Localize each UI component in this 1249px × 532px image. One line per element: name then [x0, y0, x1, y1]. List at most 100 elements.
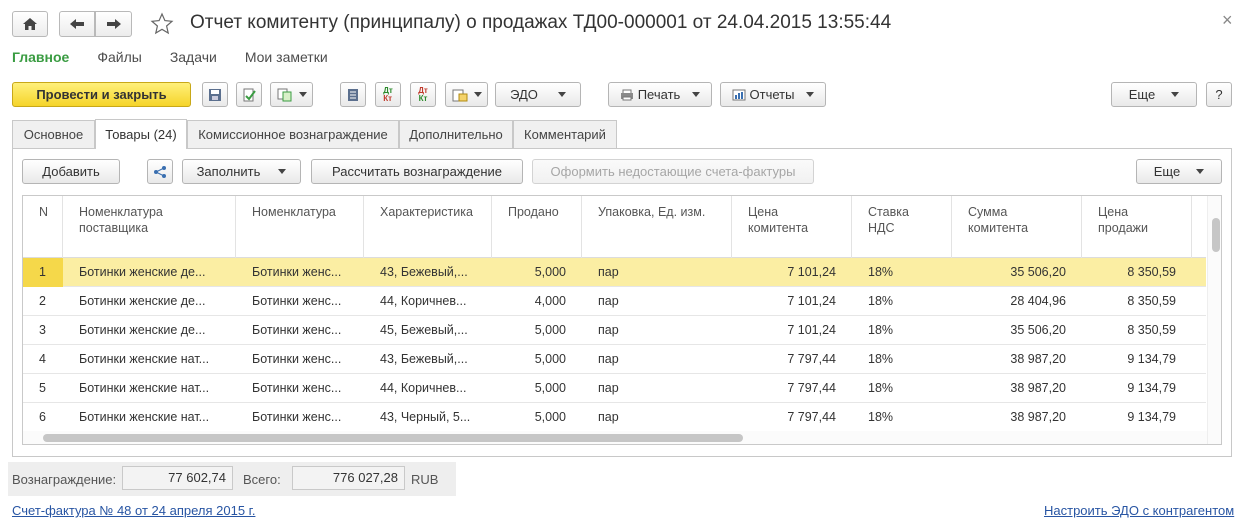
forward-button[interactable] — [95, 11, 132, 37]
table-row[interactable]: 2 Ботинки женские де... Ботинки женс... 44,… — [23, 287, 1206, 316]
column-header-consignor-price[interactable]: Цена комитента — [732, 196, 852, 258]
supplier-item-cell[interactable]: Ботинки женские де... — [63, 287, 236, 316]
vat-rate-cell[interactable]: 18% — [852, 258, 952, 287]
consignor-sum-cell[interactable]: 38 987,20 — [952, 403, 1082, 432]
characteristic-cell[interactable]: 43, Черный, 5... — [364, 403, 492, 432]
structure-button[interactable] — [147, 159, 173, 184]
tab-additional[interactable]: Дополнительно — [399, 120, 513, 148]
tab-comment[interactable]: Комментарий — [513, 120, 617, 148]
consignor-sum-cell[interactable]: 35 506,20 — [952, 258, 1082, 287]
row-number[interactable]: 6 — [23, 403, 63, 432]
consignor-price-cell[interactable]: 7 101,24 — [732, 287, 852, 316]
add-row-button[interactable]: Добавить — [22, 159, 120, 184]
tab-main[interactable]: Основное — [12, 120, 95, 148]
consignor-price-cell[interactable]: 7 797,44 — [732, 374, 852, 403]
consignor-sum-cell[interactable]: 38 987,20 — [952, 374, 1082, 403]
horizontal-scrollbar-thumb[interactable] — [43, 434, 743, 442]
vat-rate-cell[interactable]: 18% — [852, 403, 952, 432]
menu-item-main[interactable]: Главное — [12, 49, 69, 65]
sold-cell[interactable]: 5,000 — [492, 403, 582, 432]
row-number[interactable]: 1 — [23, 258, 63, 287]
home-button[interactable] — [12, 11, 48, 37]
calculate-reward-button[interactable]: Рассчитать вознаграждение — [311, 159, 523, 184]
row-number[interactable]: 4 — [23, 345, 63, 374]
unit-cell[interactable]: пар — [582, 374, 732, 403]
menu-item-notes[interactable]: Мои заметки — [245, 49, 328, 65]
sale-price-cell[interactable]: 8 350,59 — [1082, 316, 1192, 345]
row-number[interactable]: 2 — [23, 287, 63, 316]
table-row[interactable]: 4 Ботинки женские нат... Ботинки женс... 43… — [23, 345, 1206, 374]
table-row[interactable]: 5 Ботинки женские нат... Ботинки женс... 44… — [23, 374, 1206, 403]
fill-button[interactable]: Заполнить — [182, 159, 301, 184]
consignor-sum-cell[interactable]: 38 987,20 — [952, 345, 1082, 374]
favorite-star-button[interactable] — [150, 12, 174, 39]
unit-cell[interactable]: пар — [582, 316, 732, 345]
row-number[interactable]: 3 — [23, 316, 63, 345]
tab-commission[interactable]: Комиссионное вознаграждение — [187, 120, 399, 148]
sold-cell[interactable]: 4,000 — [492, 287, 582, 316]
table-row[interactable]: 1 Ботинки женские де... Ботинки женс... 43,… — [23, 258, 1206, 287]
consignor-price-cell[interactable]: 7 101,24 — [732, 258, 852, 287]
close-icon[interactable]: × — [1222, 10, 1233, 31]
reports-button[interactable]: Отчеты — [720, 82, 826, 107]
column-header-sale-price[interactable]: Цена продажи — [1082, 196, 1192, 258]
item-cell[interactable]: Ботинки женс... — [236, 316, 364, 345]
unit-cell[interactable]: пар — [582, 258, 732, 287]
dt-kt-button[interactable]: Дт Кт — [375, 82, 401, 107]
sold-cell[interactable]: 5,000 — [492, 345, 582, 374]
edo-setup-link[interactable]: Настроить ЭДО с контрагентом — [1044, 503, 1234, 518]
create-invoices-button[interactable]: Оформить недостающие счета-фактуры — [532, 159, 814, 184]
vat-rate-cell[interactable]: 18% — [852, 287, 952, 316]
sale-price-cell[interactable]: 9 134,79 — [1082, 345, 1192, 374]
vat-rate-cell[interactable]: 18% — [852, 316, 952, 345]
column-header-vat-rate[interactable]: Ставка НДС — [852, 196, 952, 258]
menu-item-tasks[interactable]: Задачи — [170, 49, 217, 65]
create-based-on-button[interactable] — [270, 82, 313, 107]
item-cell[interactable]: Ботинки женс... — [236, 374, 364, 403]
supplier-item-cell[interactable]: Ботинки женские нат... — [63, 374, 236, 403]
column-header-consignor-sum[interactable]: Сумма комитента — [952, 196, 1082, 258]
tab-goods[interactable]: Товары (24) — [95, 119, 187, 149]
edo-button[interactable]: ЭДО — [495, 82, 581, 107]
vertical-scrollbar-thumb[interactable] — [1212, 218, 1220, 252]
save-button[interactable] — [202, 82, 228, 107]
sale-price-cell[interactable]: 9 134,79 — [1082, 403, 1192, 432]
characteristic-cell[interactable]: 43, Бежевый,... — [364, 258, 492, 287]
vertical-scrollbar[interactable] — [1207, 196, 1221, 444]
menu-item-files[interactable]: Файлы — [97, 49, 141, 65]
sold-cell[interactable]: 5,000 — [492, 316, 582, 345]
column-header-unit[interactable]: Упаковка, Ед. изм. — [582, 196, 732, 258]
column-header-supplier-item[interactable]: Номенклатура поставщика — [63, 196, 236, 258]
column-header-n[interactable]: N — [23, 196, 63, 258]
post-and-close-button[interactable]: Провести и закрыть — [12, 82, 191, 107]
unit-cell[interactable]: пар — [582, 403, 732, 432]
item-cell[interactable]: Ботинки женс... — [236, 258, 364, 287]
supplier-item-cell[interactable]: Ботинки женские нат... — [63, 345, 236, 374]
row-number[interactable]: 5 — [23, 374, 63, 403]
column-header-item[interactable]: Номенклатура — [236, 196, 364, 258]
sale-price-cell[interactable]: 9 134,79 — [1082, 374, 1192, 403]
supplier-item-cell[interactable]: Ботинки женские де... — [63, 258, 236, 287]
unit-cell[interactable]: пар — [582, 287, 732, 316]
characteristic-cell[interactable]: 44, Коричнев... — [364, 287, 492, 316]
consignor-price-cell[interactable]: 7 797,44 — [732, 403, 852, 432]
consignor-price-cell[interactable]: 7 797,44 — [732, 345, 852, 374]
item-cell[interactable]: Ботинки женс... — [236, 345, 364, 374]
column-header-sold[interactable]: Продано — [492, 196, 582, 258]
print-button[interactable]: Печать — [608, 82, 712, 107]
characteristic-cell[interactable]: 44, Коричнев... — [364, 374, 492, 403]
sold-cell[interactable]: 5,000 — [492, 258, 582, 287]
item-cell[interactable]: Ботинки женс... — [236, 403, 364, 432]
more-button[interactable]: Еще — [1111, 82, 1197, 107]
invoice-link[interactable]: Счет-фактура № 48 от 24 апреля 2015 г. — [12, 503, 255, 518]
horizontal-scrollbar[interactable] — [23, 431, 1207, 444]
attachments-button[interactable] — [445, 82, 488, 107]
goods-table[interactable]: N Номенклатура поставщика Номенклатура Ха… — [22, 195, 1222, 445]
characteristic-cell[interactable]: 43, Бежевый,... — [364, 345, 492, 374]
vat-rate-cell[interactable]: 18% — [852, 345, 952, 374]
table-more-button[interactable]: Еще — [1136, 159, 1222, 184]
sale-price-cell[interactable]: 8 350,59 — [1082, 258, 1192, 287]
list-button[interactable] — [340, 82, 366, 107]
sale-price-cell[interactable]: 8 350,59 — [1082, 287, 1192, 316]
supplier-item-cell[interactable]: Ботинки женские де... — [63, 316, 236, 345]
